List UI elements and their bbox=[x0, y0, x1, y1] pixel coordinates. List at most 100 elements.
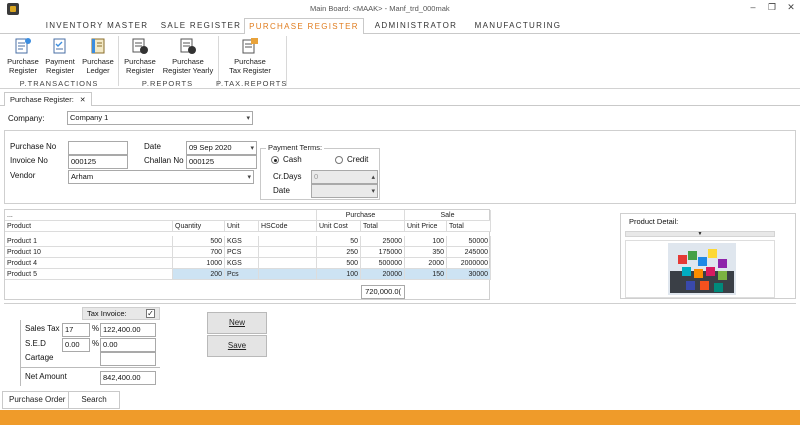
grid-cell[interactable]: Pcs bbox=[225, 269, 259, 280]
grid-cell[interactable] bbox=[259, 236, 317, 247]
grid-cell[interactable]: 50 bbox=[317, 236, 361, 247]
credit-label: Credit bbox=[347, 155, 369, 164]
sed-amount-input[interactable]: 0.00 bbox=[100, 338, 156, 352]
challan-no-input[interactable]: 000125 bbox=[186, 155, 257, 169]
product-detail-dropdown[interactable]: ▼ bbox=[625, 231, 775, 237]
grid-group-purchase[interactable]: Purchase bbox=[317, 210, 405, 221]
purchase-register-button[interactable]: Purchase Register bbox=[6, 37, 40, 75]
chevron-down-icon: ▾ bbox=[246, 115, 250, 122]
tab-manufacturing[interactable]: MANUFACTURING bbox=[468, 18, 568, 34]
grid-header-corner[interactable]: ... bbox=[5, 210, 317, 221]
cartage-label: Cartage bbox=[25, 353, 54, 362]
grid-cell[interactable]: PCS bbox=[225, 247, 259, 258]
grid-cell[interactable]: KGS bbox=[225, 258, 259, 269]
tax-invoice-box: Tax Invoice: ✓ bbox=[82, 307, 160, 320]
grid-cell[interactable]: Product 10 bbox=[5, 247, 173, 258]
grid-cell[interactable]: 50000 bbox=[447, 236, 491, 247]
tab-search[interactable]: Search bbox=[68, 391, 120, 409]
close-tab-icon[interactable]: ✕ bbox=[80, 97, 86, 104]
tax-invoice-label: Tax Invoice: bbox=[87, 309, 127, 318]
grid-cell[interactable]: KGS bbox=[225, 236, 259, 247]
grid-cell[interactable]: 1000 bbox=[173, 258, 225, 269]
tab-purchase-order[interactable]: Purchase Order bbox=[2, 391, 73, 409]
new-button[interactable]: New bbox=[207, 312, 267, 334]
grid-cell[interactable]: 175000 bbox=[361, 247, 405, 258]
grid-column-header[interactable]: Product bbox=[5, 221, 173, 232]
grid-cell[interactable]: 200 bbox=[173, 269, 225, 280]
tab-administrator[interactable]: ADMINISTRATOR bbox=[366, 18, 466, 34]
grid-cell[interactable]: Product 1 bbox=[5, 236, 173, 247]
grid-column-header[interactable]: Total bbox=[361, 221, 405, 232]
report-icon bbox=[131, 37, 149, 55]
grid-cell[interactable] bbox=[259, 269, 317, 280]
doc-tab-purchase-register[interactable]: Purchase Register: ✕ bbox=[4, 92, 92, 106]
grid-cell[interactable] bbox=[259, 247, 317, 258]
document-tabs: Purchase Register: ✕ bbox=[0, 90, 800, 106]
purchase-tax-register-button[interactable]: Purchase Tax Register bbox=[226, 37, 274, 75]
grid-cell[interactable]: 30000 bbox=[447, 269, 491, 280]
sales-tax-percent-input[interactable]: 17 bbox=[62, 323, 90, 337]
payment-register-button[interactable]: Payment Register bbox=[42, 37, 78, 75]
crdays-input[interactable]: 0 ▴ bbox=[311, 170, 378, 184]
close-button[interactable]: ✕ bbox=[784, 2, 798, 13]
invoice-no-input[interactable]: 000125 bbox=[68, 155, 128, 169]
grid-cell[interactable]: 250 bbox=[317, 247, 361, 258]
net-amount-input[interactable]: 842,400.00 bbox=[100, 371, 156, 385]
grid-cell[interactable]: 245000 bbox=[447, 247, 491, 258]
tab-inventory-master[interactable]: INVENTORY MASTER bbox=[38, 18, 156, 34]
group-label-transactions: P.TRANSACTIONS bbox=[19, 79, 99, 88]
grid-cell[interactable]: 100 bbox=[405, 236, 447, 247]
grid-cell[interactable]: 150 bbox=[405, 269, 447, 280]
date-picker[interactable]: 09 Sep 2020 ▾ bbox=[186, 141, 257, 155]
cartage-input[interactable] bbox=[100, 352, 156, 366]
grid-cell[interactable]: 2000 bbox=[405, 258, 447, 269]
payment-register-icon bbox=[51, 37, 69, 55]
grid-column-header[interactable]: Unit Price bbox=[405, 221, 447, 232]
purchase-ledger-button[interactable]: Purchase Ledger bbox=[80, 37, 116, 75]
purchase-no-label: Purchase No bbox=[10, 142, 57, 151]
sales-tax-amount-input[interactable]: 122,400.00 bbox=[100, 323, 156, 337]
sed-percent-input[interactable]: 0.00 bbox=[62, 338, 90, 352]
credit-date-label: Date bbox=[273, 186, 290, 195]
grid-cell[interactable]: 700 bbox=[173, 247, 225, 258]
grid-cell[interactable]: 20000 bbox=[361, 269, 405, 280]
grid-cell[interactable]: 500000 bbox=[361, 258, 405, 269]
grid-column-header[interactable]: Total bbox=[447, 221, 491, 232]
grid-column-header[interactable]: HSCode bbox=[259, 221, 317, 232]
minimize-button[interactable]: – bbox=[746, 2, 760, 12]
purchase-no-input[interactable] bbox=[68, 141, 128, 155]
grid-column-header[interactable]: Quantity bbox=[173, 221, 225, 232]
grid-column-header[interactable]: Unit Cost bbox=[317, 221, 361, 232]
credit-date-picker[interactable]: ▾ bbox=[311, 184, 378, 198]
save-button[interactable]: Save bbox=[207, 335, 267, 357]
purchase-register-report-button[interactable]: Purchase Register bbox=[122, 37, 158, 75]
divider bbox=[20, 320, 21, 386]
grid-cell[interactable]: Product 5 bbox=[5, 269, 173, 280]
credit-radio[interactable] bbox=[335, 156, 343, 164]
tab-sale-register[interactable]: SALE REGISTER bbox=[158, 18, 244, 34]
cash-radio[interactable] bbox=[271, 156, 279, 164]
tax-invoice-checkbox[interactable]: ✓ bbox=[146, 309, 155, 318]
grid-cell[interactable]: 500 bbox=[173, 236, 225, 247]
purchase-header-panel: Purchase No Invoice No 000125 Vendor Arh… bbox=[4, 130, 796, 204]
company-select[interactable]: Company 1 ▾ bbox=[67, 111, 253, 125]
grid-group-sale[interactable]: Sale bbox=[405, 210, 491, 221]
grid-cell[interactable]: Product 4 bbox=[5, 258, 173, 269]
grid-cell[interactable]: 100 bbox=[317, 269, 361, 280]
grid-cell[interactable] bbox=[259, 258, 317, 269]
vendor-select[interactable]: Arham ▾ bbox=[68, 170, 254, 184]
yearly-report-icon bbox=[179, 37, 197, 55]
grid-column-header[interactable]: Unit bbox=[225, 221, 259, 232]
percent-sign: % bbox=[92, 324, 100, 333]
tab-purchase-register[interactable]: PURCHASE REGISTER bbox=[244, 18, 364, 35]
title-bar: Main Board: <MAAK> - Manf_trd_000mak – ❐… bbox=[0, 0, 800, 18]
purchase-register-yearly-button[interactable]: Purchase Register Yearly bbox=[160, 37, 216, 75]
grand-total-field: 720,000.0( bbox=[361, 285, 405, 299]
grid-cell[interactable]: 25000 bbox=[361, 236, 405, 247]
grid-cell[interactable]: 2000000 bbox=[447, 258, 491, 269]
grid-cell[interactable]: 500 bbox=[317, 258, 361, 269]
payment-terms-group: Payment Terms: Cash Credit Cr.Days 0 ▴ Da… bbox=[260, 143, 380, 200]
restore-button[interactable]: ❐ bbox=[765, 2, 779, 13]
sed-label: S.E.D bbox=[25, 339, 46, 348]
grid-cell[interactable]: 350 bbox=[405, 247, 447, 258]
